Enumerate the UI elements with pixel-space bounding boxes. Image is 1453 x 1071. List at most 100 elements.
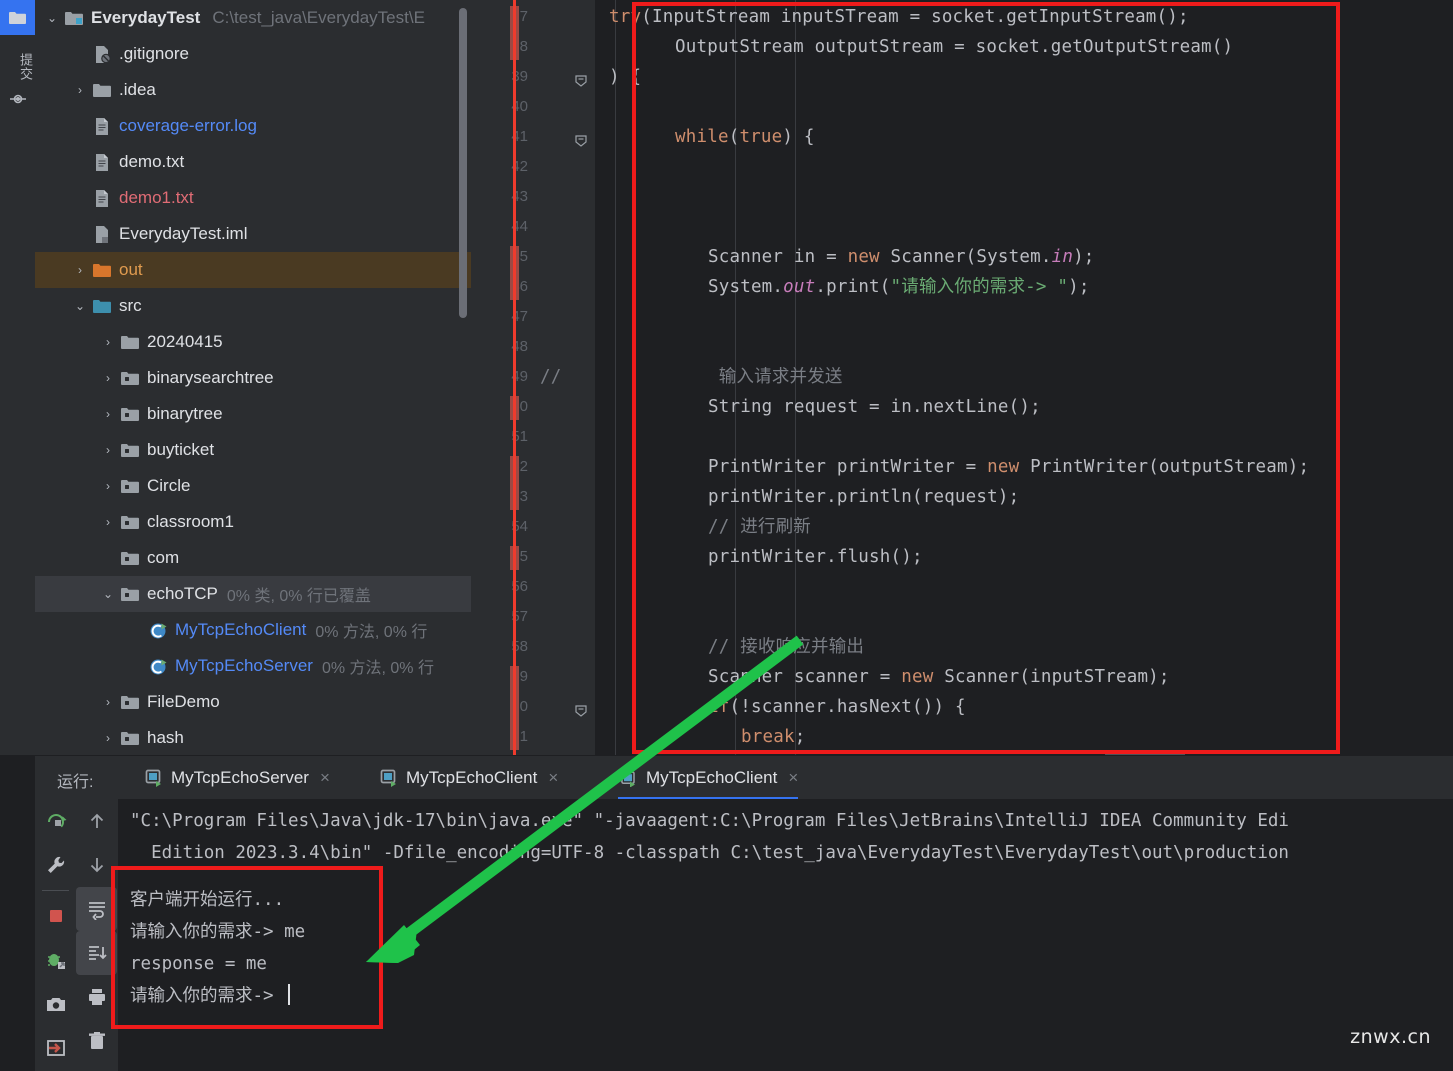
trash-icon[interactable] bbox=[76, 1019, 117, 1063]
code-line[interactable]: // 接收响应并输出 bbox=[708, 632, 864, 662]
close-icon[interactable]: × bbox=[788, 768, 798, 788]
stop-icon[interactable] bbox=[35, 894, 76, 938]
chevron-right-icon[interactable]: › bbox=[97, 407, 119, 421]
tree-item-mytcpechoserver[interactable]: MyTcpEchoServer0% 方法, 0% 行 bbox=[35, 648, 471, 684]
chevron-right-icon[interactable]: › bbox=[97, 371, 119, 385]
project-tree-panel[interactable]: ⌄EverydayTestC:\test_java\EverydayTest\E… bbox=[35, 0, 471, 755]
soft-wrap-icon[interactable] bbox=[76, 887, 117, 931]
chevron-right-icon[interactable]: › bbox=[97, 479, 119, 493]
code-line[interactable]: System.out.print("请输入你的需求-> "); bbox=[708, 272, 1090, 302]
run-config-icon bbox=[380, 769, 398, 787]
code-line[interactable]: OutputStream outputStream = socket.getOu… bbox=[675, 32, 1233, 62]
code-editor[interactable]: 3738394041424344454647484950515253545556… bbox=[471, 0, 1453, 755]
tree-item-com[interactable]: com bbox=[35, 540, 471, 576]
export-icon[interactable] bbox=[35, 1026, 76, 1070]
code-line[interactable]: try(InputStream inputSTream = socket.get… bbox=[609, 2, 1189, 32]
run-toolbar-right[interactable] bbox=[76, 799, 118, 1071]
tree-item-binarytree[interactable]: ›binarytree bbox=[35, 396, 471, 432]
tree-item-everydaytest[interactable]: ⌄EverydayTestC:\test_java\EverydayTest\E bbox=[35, 0, 471, 36]
code-fold-icon[interactable] bbox=[575, 705, 587, 717]
chevron-down-icon[interactable]: ⌄ bbox=[41, 11, 63, 25]
chevron-right-icon[interactable]: › bbox=[97, 515, 119, 529]
text-file-icon bbox=[91, 189, 113, 208]
code-line[interactable]: printWriter.println(request); bbox=[708, 482, 1019, 512]
code-line[interactable]: 输入请求并发送 bbox=[708, 362, 843, 392]
run-toolbar-left[interactable] bbox=[35, 799, 76, 1071]
print-icon[interactable] bbox=[76, 975, 117, 1019]
up-arrow-icon[interactable] bbox=[76, 799, 117, 843]
tree-item-out[interactable]: › out bbox=[35, 252, 471, 288]
close-icon[interactable]: × bbox=[320, 768, 330, 788]
chevron-right-icon[interactable]: › bbox=[69, 263, 91, 277]
chevron-right-icon[interactable]: › bbox=[69, 83, 91, 97]
java-class-icon bbox=[147, 621, 169, 640]
chevron-down-icon[interactable]: ⌄ bbox=[97, 587, 119, 601]
chevron-right-icon[interactable]: › bbox=[97, 695, 119, 709]
code-fold-icon[interactable] bbox=[575, 75, 587, 87]
tree-item-coverage-error-log[interactable]: coverage-error.log bbox=[35, 108, 471, 144]
settings-wrench-icon[interactable] bbox=[35, 843, 76, 887]
tree-item-20240415[interactable]: ›20240415 bbox=[35, 324, 471, 360]
code-line[interactable]: Scanner in = new Scanner(System.in); bbox=[708, 242, 1095, 272]
tree-item-filedemo[interactable]: ›FileDemo bbox=[35, 684, 471, 720]
screenshot-camera-icon[interactable] bbox=[35, 982, 76, 1026]
run-tab-0[interactable]: MyTcpEchoServer × bbox=[145, 756, 330, 800]
chevron-right-icon[interactable]: › bbox=[97, 443, 119, 457]
tree-item-demo1-txt[interactable]: demo1.txt bbox=[35, 180, 471, 216]
tree-item-demo-txt[interactable]: demo.txt bbox=[35, 144, 471, 180]
bookmark-icon[interactable] bbox=[9, 90, 27, 108]
code-line[interactable]: PrintWriter printWriter = new PrintWrite… bbox=[708, 452, 1309, 482]
editor-fold-column[interactable] bbox=[567, 0, 595, 755]
debug-bug-icon[interactable] bbox=[35, 938, 76, 982]
code-line[interactable]: String request = in.nextLine(); bbox=[708, 392, 1041, 422]
tree-item--idea[interactable]: ›.idea bbox=[35, 72, 471, 108]
code-token: new bbox=[987, 457, 1019, 477]
folder-icon bbox=[8, 10, 27, 25]
tree-item-everydaytest-iml[interactable]: EverydayTest.iml bbox=[35, 216, 471, 252]
scroll-to-end-icon[interactable] bbox=[76, 931, 117, 975]
run-tab-2[interactable]: MyTcpEchoClient × bbox=[618, 756, 798, 800]
run-console-output[interactable]: "C:\Program Files\Java\jdk-17\bin\java.e… bbox=[118, 799, 1453, 1071]
run-tab-bar[interactable]: 运行: MyTcpEchoServer×MyTcpEchoClient×MyTc… bbox=[35, 755, 1453, 800]
tree-item-label: out bbox=[119, 260, 143, 280]
editor-gutter[interactable]: 3738394041424344454647484950515253545556… bbox=[471, 0, 536, 755]
tree-item-src[interactable]: ⌄src bbox=[35, 288, 471, 324]
line-number: 53 bbox=[488, 488, 528, 505]
sidebar-item-project[interactable] bbox=[0, 0, 35, 35]
line-number: 41 bbox=[488, 128, 528, 145]
run-tool-window[interactable]: 运行: MyTcpEchoServer×MyTcpEchoClient×MyTc… bbox=[0, 755, 1453, 1071]
line-number: 57 bbox=[488, 608, 528, 625]
code-token: Scanner(System. bbox=[880, 247, 1052, 267]
tree-item--gitignore[interactable]: .gitignore bbox=[35, 36, 471, 72]
tree-item-echotcp[interactable]: ⌄echoTCP0% 类, 0% 行已覆盖 bbox=[35, 576, 471, 612]
code-line[interactable]: ) { bbox=[609, 62, 641, 92]
code-line[interactable]: printWriter.flush(); bbox=[708, 542, 923, 572]
tree-item-classroom1[interactable]: ›classroom1 bbox=[35, 504, 471, 540]
run-tab-1[interactable]: MyTcpEchoClient× bbox=[380, 756, 558, 800]
tree-item-circle[interactable]: ›Circle bbox=[35, 468, 471, 504]
chevron-right-icon[interactable]: › bbox=[97, 335, 119, 349]
code-line[interactable]: break; bbox=[741, 722, 805, 752]
run-tab-label: MyTcpEchoClient bbox=[646, 768, 777, 788]
code-fold-icon[interactable] bbox=[575, 135, 587, 147]
close-icon[interactable]: × bbox=[548, 768, 558, 788]
tree-item-mytcpechoclient[interactable]: MyTcpEchoClient0% 方法, 0% 行 bbox=[35, 612, 471, 648]
chevron-right-icon[interactable]: › bbox=[97, 731, 119, 745]
tree-item-buyticket[interactable]: ›buyticket bbox=[35, 432, 471, 468]
code-line[interactable]: // 进行刷新 bbox=[708, 512, 811, 542]
package-icon bbox=[119, 478, 141, 495]
code-line[interactable]: Scanner scanner = new Scanner(inputSTrea… bbox=[708, 662, 1170, 692]
sidebar-item-commit[interactable]: 提交 bbox=[0, 44, 35, 90]
line-number: 45 bbox=[488, 248, 528, 265]
line-number: 40 bbox=[488, 98, 528, 115]
tree-item-hash[interactable]: ›hash bbox=[35, 720, 471, 755]
editor-code-area[interactable]: try(InputStream inputSTream = socket.get… bbox=[601, 0, 1453, 755]
tree-vertical-scrollbar[interactable] bbox=[459, 8, 467, 318]
tree-item-binarysearchtree[interactable]: ›binarysearchtree bbox=[35, 360, 471, 396]
down-arrow-icon[interactable] bbox=[76, 843, 117, 887]
code-line[interactable]: if(!scanner.hasNext()) { bbox=[708, 692, 966, 722]
chevron-down-icon[interactable]: ⌄ bbox=[69, 299, 91, 313]
run-tab-label: MyTcpEchoServer bbox=[171, 768, 309, 788]
rerun-icon[interactable] bbox=[35, 799, 76, 843]
code-line[interactable]: while(true) { bbox=[675, 122, 815, 152]
